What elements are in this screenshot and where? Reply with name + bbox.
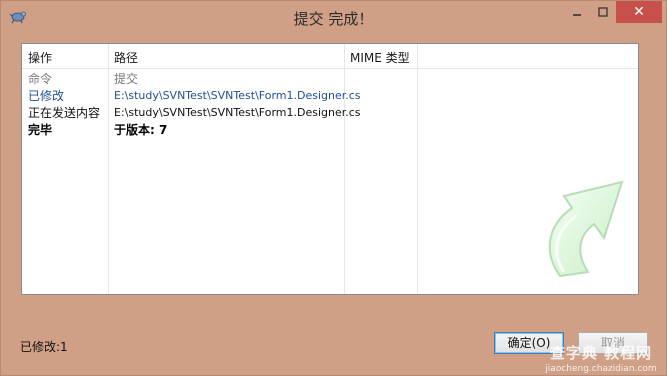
results-list[interactable]: 操作 路径 MIME 类型 命令 提交 已修改 E:\study\SVNTest… [21, 43, 639, 295]
row-path: E:\study\SVNTest\SVNTest\Form1.Designer.… [114, 106, 361, 119]
list-item[interactable]: 命令 提交 [22, 71, 638, 88]
watermark: 查字典 教程网 jiaocheng.chazidian.com [537, 342, 665, 374]
maximize-icon [598, 7, 608, 17]
list-item[interactable]: 已修改 E:\study\SVNTest\SVNTest\Form1.Desig… [22, 88, 638, 105]
commit-finished-dialog: 提交 完成！ ✕ 操作 路径 MIME 类型 命令 提交 已修改 E:\stud… [0, 0, 667, 376]
maximize-button[interactable] [590, 1, 616, 23]
row-path: 于版本: 7 [114, 123, 168, 137]
column-header-mime[interactable]: MIME 类型 [350, 49, 410, 66]
list-item[interactable]: 正在发送内容 E:\study\SVNTest\SVNTest\Form1.De… [22, 105, 638, 122]
minimize-icon [573, 14, 581, 16]
row-action: 已修改 [28, 89, 65, 103]
row-path: 提交 [114, 72, 139, 86]
title-bar: 提交 完成！ ✕ [1, 1, 666, 33]
close-button[interactable]: ✕ [616, 1, 662, 23]
list-header: 操作 路径 MIME 类型 [22, 44, 638, 69]
minimize-button[interactable] [564, 1, 590, 23]
green-curved-arrow-icon [548, 180, 624, 278]
close-icon: ✕ [633, 4, 645, 20]
row-action: 命令 [28, 72, 53, 86]
watermark-url: jiaocheng.chazidian.com [545, 364, 657, 374]
row-path: E:\study\SVNTest\SVNTest\Form1.Designer.… [114, 89, 361, 102]
status-text: 已修改:1 [20, 340, 68, 354]
column-header-path[interactable]: 路径 [114, 49, 138, 66]
column-header-action[interactable]: 操作 [28, 49, 52, 66]
row-action: 正在发送内容 [28, 106, 101, 120]
list-item[interactable]: 完毕 于版本: 7 [22, 122, 638, 139]
row-action: 完毕 [28, 123, 53, 137]
watermark-title: 查字典 教程网 [549, 344, 653, 362]
